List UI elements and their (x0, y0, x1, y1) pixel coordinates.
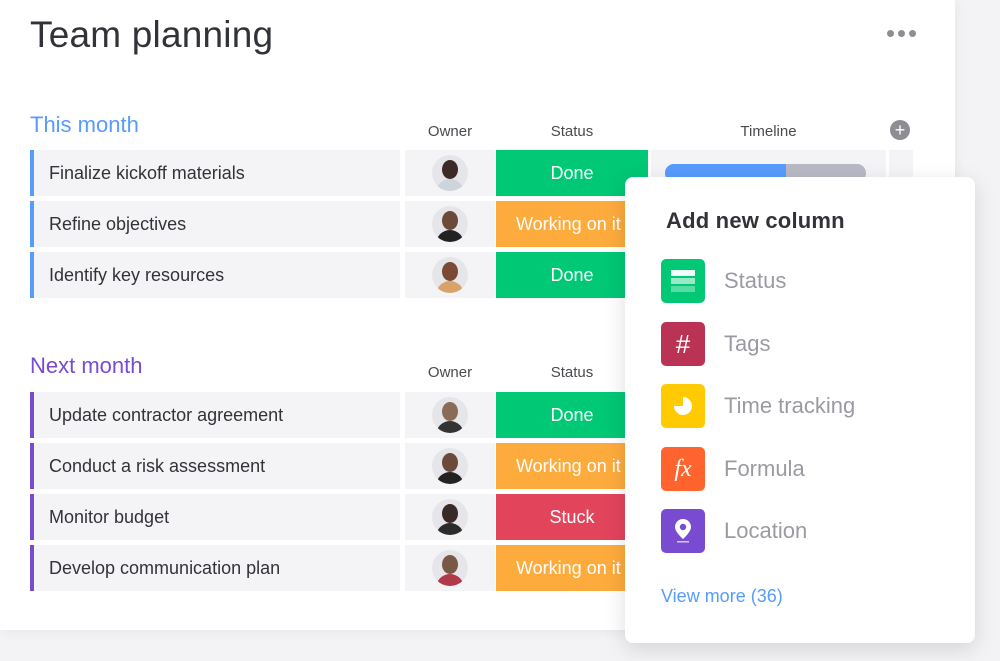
add-column-button[interactable]: + (890, 120, 910, 140)
more-options-icon[interactable] (884, 26, 918, 40)
group-color-bar (30, 392, 34, 438)
item-name[interactable]: Finalize kickoff materials (30, 150, 400, 196)
group-title-next-month[interactable]: Next month (30, 353, 143, 379)
avatar (432, 257, 468, 293)
table-row[interactable]: Conduct a risk assessment Working on it (30, 443, 648, 489)
owner-cell[interactable] (405, 494, 495, 540)
popup-title: Add new column (666, 208, 845, 233)
avatar (432, 206, 468, 242)
status-column-icon (661, 259, 705, 303)
item-name[interactable]: Conduct a risk assessment (30, 443, 400, 489)
item-name[interactable]: Develop communication plan (30, 545, 400, 591)
table-row[interactable]: Develop communication plan Working on it (30, 545, 648, 591)
column-type-status[interactable]: Status (661, 258, 951, 304)
group-color-bar (30, 252, 34, 298)
avatar (432, 448, 468, 484)
column-type-location[interactable]: Location (661, 508, 951, 554)
board-title: Team planning (30, 14, 274, 55)
column-type-formula[interactable]: fx Formula (661, 446, 951, 492)
view-more-link[interactable]: View more (36) (661, 586, 783, 607)
avatar (432, 550, 468, 586)
table-row[interactable]: Finalize kickoff materials Done (30, 150, 648, 196)
add-column-popup: Add new column Status # Tags Time tracki… (625, 177, 975, 643)
group-color-bar (30, 494, 34, 540)
owner-cell[interactable] (405, 392, 495, 438)
group-title-this-month[interactable]: This month (30, 112, 139, 138)
column-type-time-tracking[interactable]: Time tracking (661, 383, 951, 429)
avatar (432, 155, 468, 191)
item-name[interactable]: Identify key resources (30, 252, 400, 298)
clock-icon (661, 384, 705, 428)
avatar (432, 499, 468, 535)
owner-cell[interactable] (405, 252, 495, 298)
column-header-owner: Owner (427, 123, 473, 140)
owner-cell[interactable] (405, 201, 495, 247)
owner-cell[interactable] (405, 443, 495, 489)
column-type-tags[interactable]: # Tags (661, 321, 951, 367)
owner-cell[interactable] (405, 150, 495, 196)
column-header-timeline: Timeline (740, 123, 797, 140)
function-icon: fx (661, 447, 705, 491)
column-header-owner: Owner (427, 364, 473, 381)
column-header-status: Status (550, 123, 594, 140)
group-color-bar (30, 443, 34, 489)
table-row[interactable]: Refine objectives Working on it (30, 201, 648, 247)
table-row[interactable]: Identify key resources Done (30, 252, 648, 298)
item-name[interactable]: Update contractor agreement (30, 392, 400, 438)
avatar (432, 397, 468, 433)
group-color-bar (30, 150, 34, 196)
item-name[interactable]: Refine objectives (30, 201, 400, 247)
table-row[interactable]: Monitor budget Stuck (30, 494, 648, 540)
group-color-bar (30, 201, 34, 247)
map-pin-icon (661, 509, 705, 553)
group-color-bar (30, 545, 34, 591)
owner-cell[interactable] (405, 545, 495, 591)
hash-icon: # (661, 322, 705, 366)
item-name[interactable]: Monitor budget (30, 494, 400, 540)
table-row[interactable]: Update contractor agreement Done (30, 392, 648, 438)
